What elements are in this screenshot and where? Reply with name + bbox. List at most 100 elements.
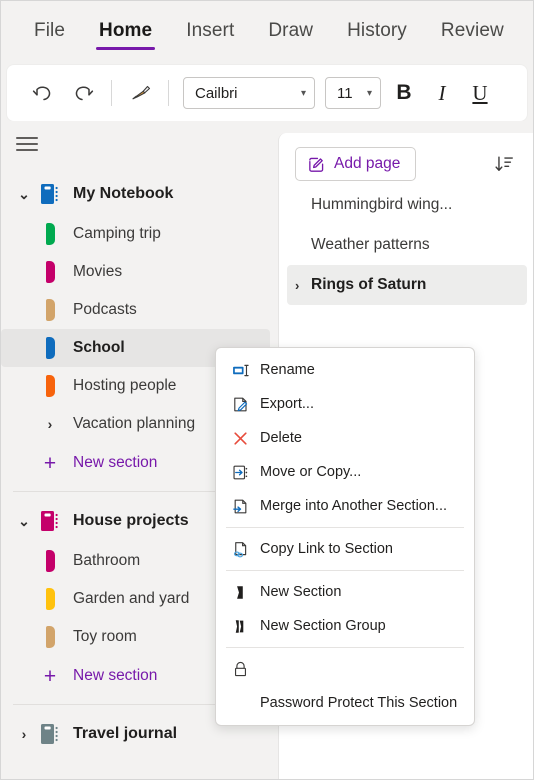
context-menu-item-new-section-group[interactable]: New Section Group [216, 609, 474, 643]
context-menu-item-copy-link-to-section[interactable]: Copy Link to Section [216, 532, 474, 566]
section-color-swatch [37, 375, 63, 397]
new-section-label: New section [73, 667, 158, 684]
sort-descending-icon [495, 156, 513, 171]
new-section-icon [226, 583, 254, 602]
chevron-down-icon: ⌄ [18, 512, 30, 529]
chevron-down-icon: ▾ [366, 87, 372, 99]
section-color-swatch [37, 588, 63, 610]
notebook-name: Travel journal [73, 725, 178, 742]
hamburger-icon[interactable] [10, 129, 44, 159]
section-color-swatch [37, 261, 63, 283]
ribbon-tab-bar: File Home Insert Draw History Review [1, 1, 533, 65]
chevron-down-icon: ⌄ [18, 185, 30, 202]
tab-insert[interactable]: Insert [169, 14, 251, 52]
export-icon [226, 395, 254, 414]
tab-home[interactable]: Home [82, 14, 169, 52]
notebook-name: House projects [73, 512, 189, 529]
section-color-swatch [37, 223, 63, 245]
context-menu-item-move-or-copy[interactable]: Move or Copy... [216, 455, 474, 489]
context-menu-label: Export... [260, 396, 314, 412]
edit-square-icon [309, 157, 324, 172]
section-podcasts[interactable]: Podcasts [1, 291, 270, 329]
section-camping-trip[interactable]: Camping trip [1, 215, 270, 253]
notebook-icon [37, 181, 63, 207]
section-label: Garden and yard [73, 590, 190, 607]
context-menu-label: New Section Group [260, 618, 386, 634]
section-context-menu: Rename Export... Delete Move or Copy... … [215, 347, 475, 726]
copy-link-icon [226, 540, 254, 559]
section-color-swatch [37, 626, 63, 648]
page-item-weather-patterns[interactable]: Weather patterns [287, 225, 527, 265]
toolbar-divider-1 [111, 80, 112, 106]
page-item-hummingbird[interactable]: Hummingbird wing... [287, 185, 527, 225]
tab-file[interactable]: File [17, 14, 82, 52]
tab-history[interactable]: History [330, 14, 424, 52]
context-menu-item-rename[interactable]: Rename [216, 353, 474, 387]
chevron-down-icon: ▾ [300, 87, 306, 99]
page-title: Rings of Saturn [311, 276, 427, 293]
page-item-rings-of-saturn[interactable]: › Rings of Saturn [287, 265, 527, 305]
context-menu-label: Rename [260, 362, 315, 378]
font-size-value: 11 [337, 84, 353, 102]
section-group-label: Vacation planning [73, 415, 196, 432]
notebook-name: My Notebook [73, 185, 174, 202]
rename-icon [226, 361, 254, 380]
context-menu-item-password-protect[interactable] [216, 652, 474, 686]
italic-button[interactable]: I [423, 74, 461, 112]
redo-icon [75, 86, 94, 101]
font-family-select[interactable]: Cailbri ▾ [183, 77, 315, 109]
context-menu-item-new-section[interactable]: New Section [216, 575, 474, 609]
add-page-button[interactable]: Add page [295, 147, 417, 181]
notebook-icon [37, 721, 63, 747]
sort-pages-button[interactable] [487, 147, 521, 181]
font-family-value: Cailbri [195, 84, 238, 102]
section-color-swatch [37, 550, 63, 572]
section-color-swatch [37, 299, 63, 321]
page-title: Weather patterns [311, 236, 430, 253]
font-size-select[interactable]: 11 ▾ [325, 77, 381, 109]
context-menu-item-delete[interactable]: Delete [216, 421, 474, 455]
context-menu-item-section-color[interactable]: Password Protect This Section [216, 686, 474, 720]
tab-review[interactable]: Review [424, 14, 521, 52]
chevron-right-icon: › [295, 277, 300, 293]
context-menu-separator [226, 570, 464, 571]
underline-button[interactable]: U [461, 74, 499, 112]
context-menu-label: Merge into Another Section... [260, 498, 447, 514]
context-menu-label: Delete [260, 430, 302, 446]
context-menu-label: New Section [260, 584, 342, 600]
notebook-icon [37, 508, 63, 534]
context-menu-item-export[interactable]: Export... [216, 387, 474, 421]
formatting-toolbar: Cailbri ▾ 11 ▾ B I U [7, 65, 527, 121]
move-copy-icon [226, 463, 254, 482]
redo-button[interactable] [63, 73, 103, 113]
section-color-swatch [37, 337, 63, 359]
onenote-window: File Home Insert Draw History Review Cai… [0, 0, 534, 780]
tab-draw[interactable]: Draw [251, 14, 330, 52]
section-movies[interactable]: Movies [1, 253, 270, 291]
section-label: Camping trip [73, 225, 161, 242]
new-section-group-icon [226, 617, 254, 636]
lock-icon [226, 660, 254, 679]
page-list-header: Add page [279, 141, 533, 185]
delete-x-icon [226, 429, 254, 448]
undo-button[interactable] [23, 73, 63, 113]
plus-icon: + [43, 451, 57, 475]
section-label: Movies [73, 263, 123, 280]
format-painter-button[interactable] [120, 73, 160, 113]
plus-icon: + [43, 664, 57, 688]
add-page-label: Add page [334, 155, 401, 172]
section-label: School [73, 339, 125, 356]
context-menu-label: Copy Link to Section [260, 541, 393, 557]
page-title: Hummingbird wing... [311, 196, 453, 213]
section-label: Hosting people [73, 377, 177, 394]
section-label: Podcasts [73, 301, 137, 318]
context-menu-item-merge-into-another-section[interactable]: Merge into Another Section... [216, 489, 474, 523]
notebook-my-notebook[interactable]: ⌄ My Notebook [1, 173, 278, 215]
chevron-right-icon: › [47, 416, 53, 432]
new-section-label: New section [73, 454, 158, 471]
bold-button[interactable]: B [385, 74, 423, 112]
section-label: Bathroom [73, 552, 141, 569]
toolbar-divider-2 [168, 80, 169, 106]
undo-icon [32, 86, 51, 101]
context-menu-separator [226, 647, 464, 648]
